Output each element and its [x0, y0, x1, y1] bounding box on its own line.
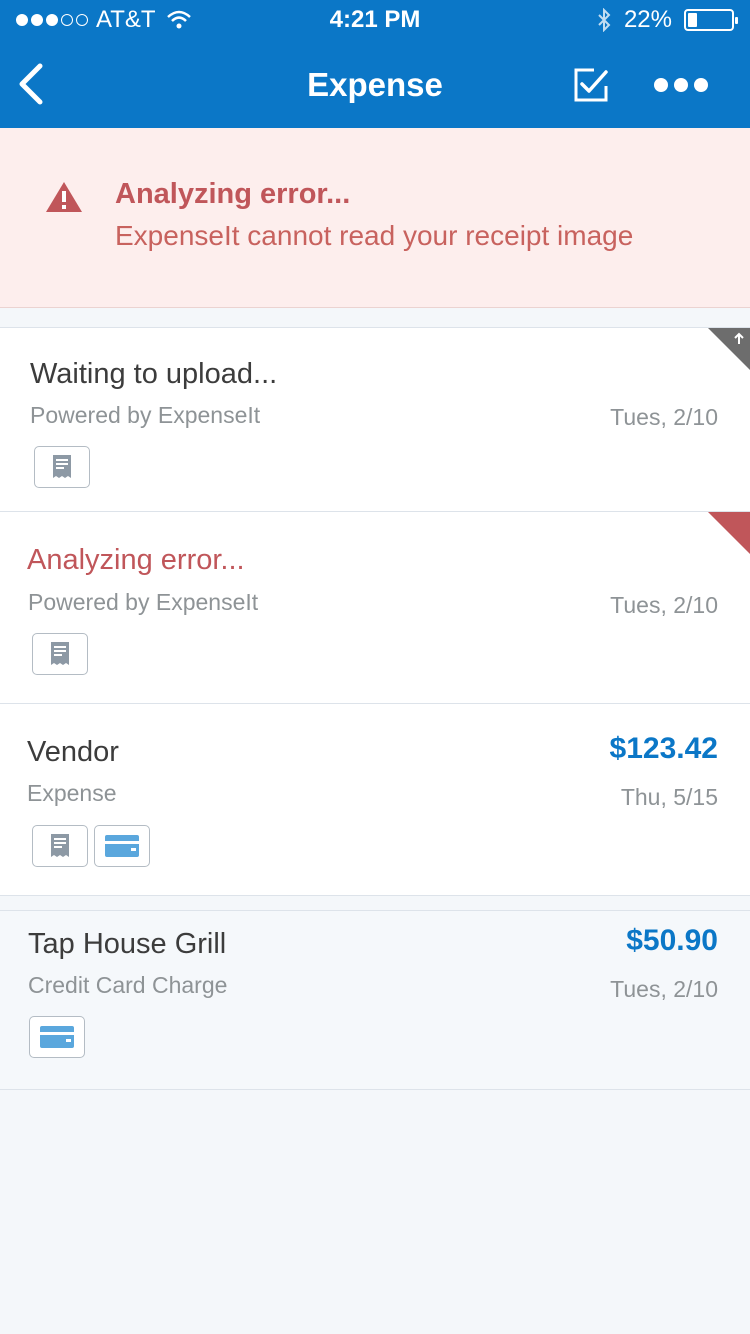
- upload-flag-icon: [708, 328, 750, 370]
- receipt-attachment[interactable]: [32, 633, 88, 675]
- battery-percent: 22%: [623, 6, 672, 33]
- item-amount: $123.42: [609, 732, 718, 765]
- credit-card-icon: [40, 1026, 74, 1048]
- error-banner[interactable]: [0, 128, 750, 308]
- item-subtitle: Powered by ExpenseIt: [30, 402, 261, 428]
- receipt-attachment[interactable]: [32, 825, 88, 867]
- warning-icon: [46, 182, 82, 212]
- item-date: Tues, 2/10: [610, 976, 718, 1002]
- battery-icon: [684, 9, 738, 31]
- card-attachment[interactable]: [94, 825, 150, 867]
- more-options-icon[interactable]: [652, 70, 710, 100]
- status-bar: AT&T 4:21 PM 22%: [0, 0, 750, 40]
- checklist-icon[interactable]: [572, 66, 610, 104]
- banner-title: Analyzing error...: [115, 178, 351, 210]
- receipt-attachment[interactable]: [34, 446, 90, 488]
- item-subtitle: Expense: [27, 780, 117, 806]
- expense-item-tap-house[interactable]: Tap House Grill $50.90 Credit Card Charg…: [0, 910, 750, 1090]
- banner-message: ExpenseIt cannot read your receipt image: [115, 220, 634, 251]
- error-flag-icon: [708, 512, 750, 554]
- item-title: Tap House Grill: [28, 928, 227, 960]
- app-header: AT&T 4:21 PM 22% Expense: [0, 0, 750, 128]
- status-right: 22%: [596, 6, 738, 34]
- expense-item-error[interactable]: Analyzing error... Powered by ExpenseIt …: [0, 511, 750, 704]
- page-title: Expense: [307, 66, 443, 103]
- card-attachment[interactable]: [29, 1016, 85, 1058]
- battery-level: [688, 13, 698, 27]
- item-title: Vendor: [27, 736, 119, 768]
- receipt-icon: [51, 642, 69, 665]
- item-title: Analyzing error...: [27, 544, 245, 576]
- item-subtitle: Powered by ExpenseIt: [28, 589, 259, 615]
- receipt-icon: [53, 455, 71, 478]
- item-date: Thu, 5/15: [620, 784, 718, 810]
- receipt-icon: [51, 834, 69, 857]
- credit-card-icon: [105, 835, 139, 857]
- item-amount: $50.90: [626, 924, 718, 957]
- expense-item-vendor[interactable]: Vendor $123.42 Expense Thu, 5/15: [0, 703, 750, 896]
- bluetooth-icon: [598, 8, 611, 32]
- item-subtitle: Credit Card Charge: [28, 972, 228, 998]
- item-date: Tues, 2/10: [610, 404, 718, 430]
- item-date: Tues, 2/10: [610, 592, 718, 618]
- expense-item-waiting[interactable]: Waiting to upload... Powered by ExpenseI…: [0, 327, 750, 512]
- item-title: Waiting to upload...: [30, 358, 278, 390]
